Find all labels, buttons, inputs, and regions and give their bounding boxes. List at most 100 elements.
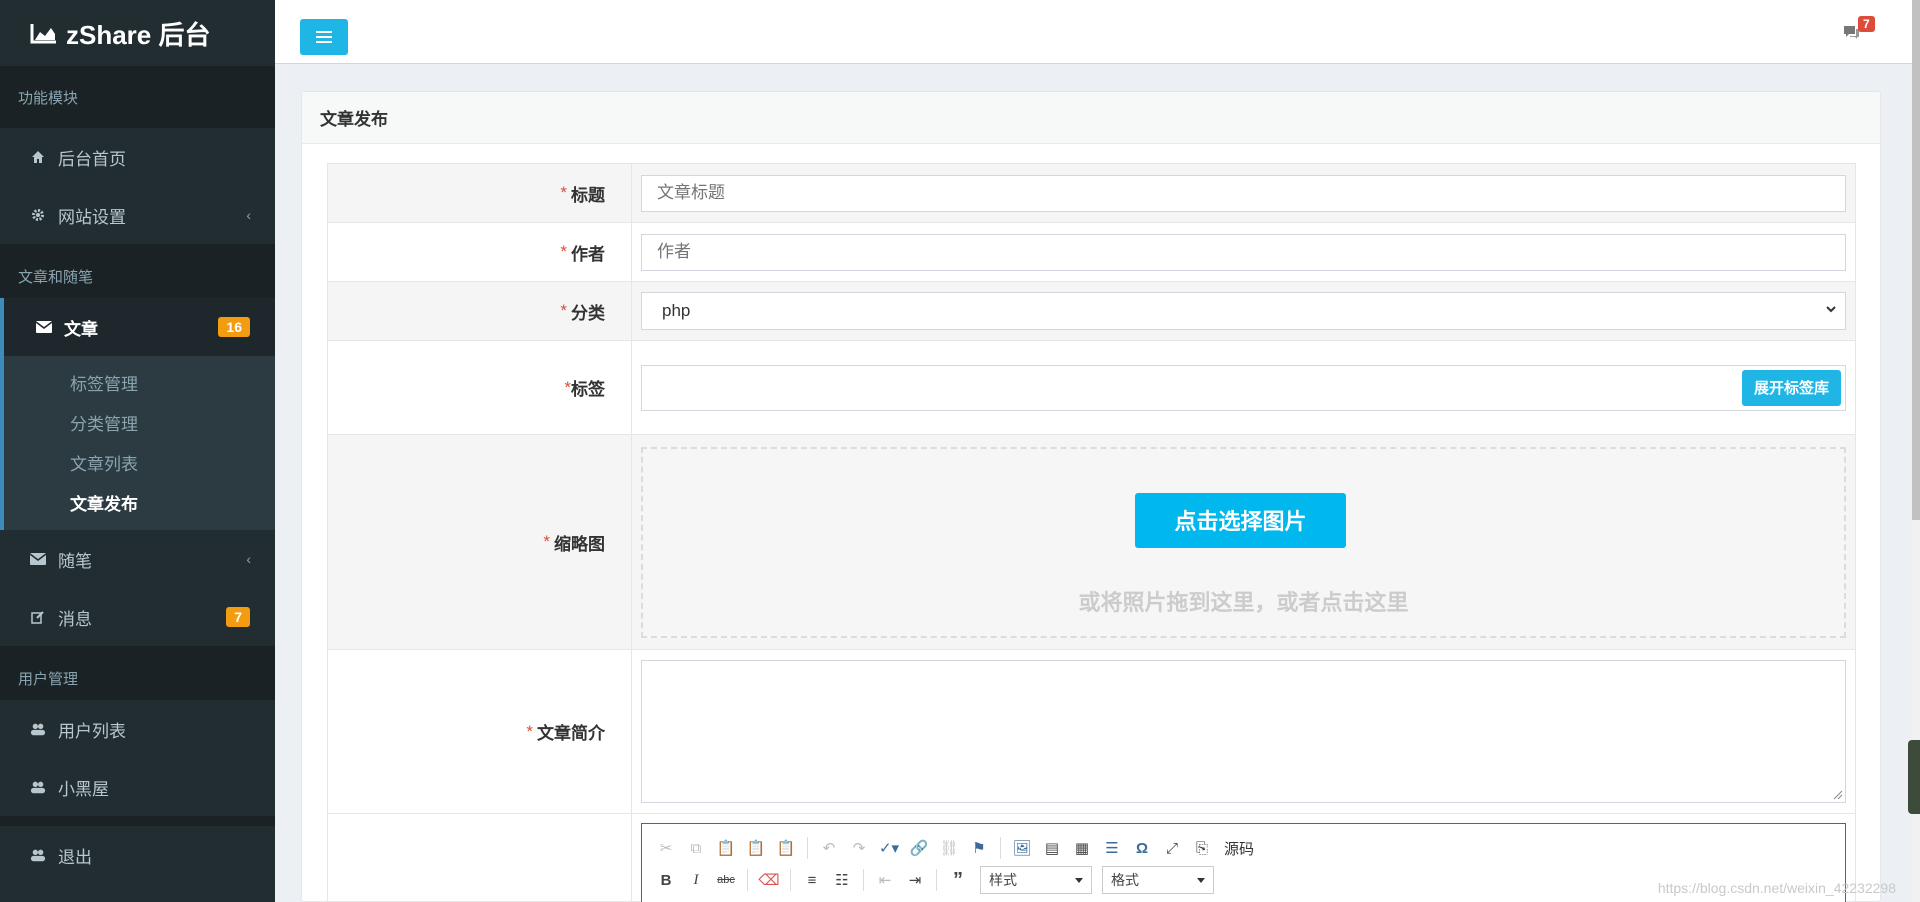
bulleted-list-icon[interactable]: ☷	[830, 868, 854, 892]
paste-icon[interactable]: 📋	[714, 836, 738, 860]
field-cell	[632, 650, 1855, 813]
form-row-thumbnail: * 缩略图 点击选择图片 或将照片拖到这里，或者点击这里	[328, 435, 1855, 650]
sidebar-item-label: 文章	[64, 319, 98, 339]
sidebar-item-article[interactable]: 文章 16	[0, 298, 275, 356]
toolbar-separator	[936, 869, 937, 891]
sidebar-item-label: 消息	[58, 609, 92, 629]
section-header-articles: 文章和随笔	[0, 254, 275, 298]
messages-button[interactable]: 7	[1842, 16, 1875, 42]
form-row-title: * 标题	[328, 164, 1855, 223]
paste-text-icon[interactable]: 📋	[744, 836, 768, 860]
sidebar-item-message[interactable]: 消息 7	[0, 588, 275, 646]
blockquote-icon[interactable]: ”	[946, 868, 970, 892]
sidebar-item-label: 用户列表	[58, 721, 126, 741]
sidebar-item-label: 后台首页	[58, 149, 126, 169]
outdent-icon[interactable]: ⇤	[873, 868, 897, 892]
sidebar-divider	[0, 646, 275, 656]
chevron-down-icon	[1826, 306, 1836, 313]
source-icon[interactable]: ⎘	[1190, 836, 1214, 860]
field-cell: 点击选择图片 或将照片拖到这里，或者点击这里	[632, 435, 1855, 649]
sidebar-subitem-categories[interactable]: 分类管理	[4, 402, 275, 442]
title-label: 标题	[571, 185, 605, 205]
undo-icon[interactable]: ↶	[817, 836, 841, 860]
sidebar-subitem-publish[interactable]: 文章发布	[4, 482, 275, 522]
article-form: * 标题 * 作者 * 分类 php	[327, 163, 1856, 902]
home-icon	[30, 149, 46, 165]
style-dropdown[interactable]: 样式	[980, 866, 1092, 894]
form-row-author: * 作者	[328, 223, 1855, 282]
expand-tag-library-button[interactable]: 展开标签库	[1741, 369, 1841, 406]
sidebar-subitem-tags[interactable]: 标签管理	[4, 362, 275, 402]
unlink-icon[interactable]: ⛓	[937, 836, 961, 860]
thumbnail-label: 缩略图	[554, 534, 605, 554]
format-dropdown[interactable]: 格式	[1102, 866, 1214, 894]
article-submenu: 标签管理 分类管理 文章列表 文章发布	[0, 356, 275, 530]
field-label: * 文章简介	[328, 650, 632, 813]
sidebar-item-home[interactable]: 后台首页	[0, 128, 275, 186]
redo-icon[interactable]: ↷	[847, 836, 871, 860]
author-input[interactable]	[641, 233, 1846, 271]
sidebar-item-label: 退出	[58, 847, 92, 867]
sidebar: zShare 后台 功能模块 后台首页 网站设置 ‹ 文章和随笔 文章 16 标…	[0, 0, 275, 902]
sidebar-item-blackroom[interactable]: 小黑屋	[0, 758, 275, 816]
page-title: 文章发布	[302, 92, 1880, 144]
numbered-list-icon[interactable]: ≡	[800, 868, 824, 892]
toolbar-separator	[790, 869, 791, 891]
gear-icon	[30, 207, 46, 223]
sidebar-subitem-list[interactable]: 文章列表	[4, 442, 275, 482]
sidebar-item-settings[interactable]: 网站设置 ‹	[0, 186, 275, 244]
sidebar-toggle-button[interactable]	[300, 19, 348, 55]
watermark: https://blog.csdn.net/weixin_42232298	[1657, 880, 1896, 896]
sidebar-item-label: 小黑屋	[58, 779, 109, 799]
source-button[interactable]: 源码	[1224, 838, 1254, 859]
form-row-summary: * 文章简介	[328, 650, 1855, 814]
link-icon[interactable]: 🔗	[907, 836, 931, 860]
sidebar-item-label: 网站设置	[58, 207, 126, 227]
envelope-icon	[36, 319, 52, 335]
field-cell	[632, 164, 1855, 222]
chevron-left-icon: ‹	[246, 207, 251, 223]
sidebar-item-user-list[interactable]: 用户列表	[0, 700, 275, 758]
category-select[interactable]: php	[641, 292, 1846, 330]
tags-label: 标签	[571, 380, 605, 399]
indent-icon[interactable]: ⇥	[903, 868, 927, 892]
image-dropzone[interactable]: 点击选择图片 或将照片拖到这里，或者点击这里	[641, 446, 1846, 638]
image-icon[interactable]: 🖼	[1010, 836, 1034, 860]
spellcheck-icon[interactable]: ✓▾	[877, 836, 901, 860]
special-char-icon[interactable]: Ω	[1130, 836, 1154, 860]
brand[interactable]: zShare 后台	[0, 0, 275, 66]
field-label: * 分类	[328, 282, 632, 340]
brand-title: zShare 后台	[66, 19, 211, 50]
sidebar-divider	[0, 816, 275, 826]
anchor-flag-icon[interactable]: ⚑	[967, 836, 991, 860]
resize-handle-icon[interactable]	[1833, 790, 1843, 800]
strikethrough-icon[interactable]: abc	[714, 868, 738, 892]
caret-down-icon	[1075, 878, 1083, 883]
bold-icon[interactable]: B	[654, 868, 678, 892]
summary-textarea[interactable]	[641, 660, 1846, 803]
flash-icon[interactable]: ▤	[1040, 836, 1064, 860]
horizontal-line-icon[interactable]: ☰	[1100, 836, 1124, 860]
copy-icon[interactable]: ⧉	[684, 836, 708, 860]
tags-input[interactable]: 展开标签库	[641, 364, 1846, 411]
section-header-users: 用户管理	[0, 656, 275, 700]
form-row-category: * 分类 php	[328, 282, 1855, 341]
cut-icon[interactable]: ✂	[654, 836, 678, 860]
scrollbar-thumb[interactable]	[1912, 0, 1920, 520]
section-header-modules: 功能模块	[0, 66, 275, 128]
paste-word-icon[interactable]: 📋	[774, 836, 798, 860]
remove-format-icon[interactable]: ⌫	[757, 868, 781, 892]
users-icon	[30, 847, 46, 863]
chevron-left-icon: ‹	[246, 551, 251, 567]
sidebar-item-essay[interactable]: 随笔 ‹	[0, 530, 275, 588]
editor-toolbar-row-2: B I abc ⌫ ≡ ☷ ⇤ ⇥ ” 样式 格式	[654, 864, 1833, 896]
format-dropdown-label: 格式	[1111, 872, 1139, 888]
title-input[interactable]	[641, 174, 1846, 212]
maximize-icon[interactable]: ⤢	[1160, 836, 1184, 860]
table-icon[interactable]: ▦	[1070, 836, 1094, 860]
sidebar-item-logout[interactable]: 退出	[0, 826, 275, 884]
italic-icon[interactable]: I	[684, 868, 708, 892]
select-image-button[interactable]: 点击选择图片	[1135, 492, 1346, 548]
side-widget[interactable]	[1908, 740, 1920, 814]
field-label: * 缩略图	[328, 435, 632, 649]
